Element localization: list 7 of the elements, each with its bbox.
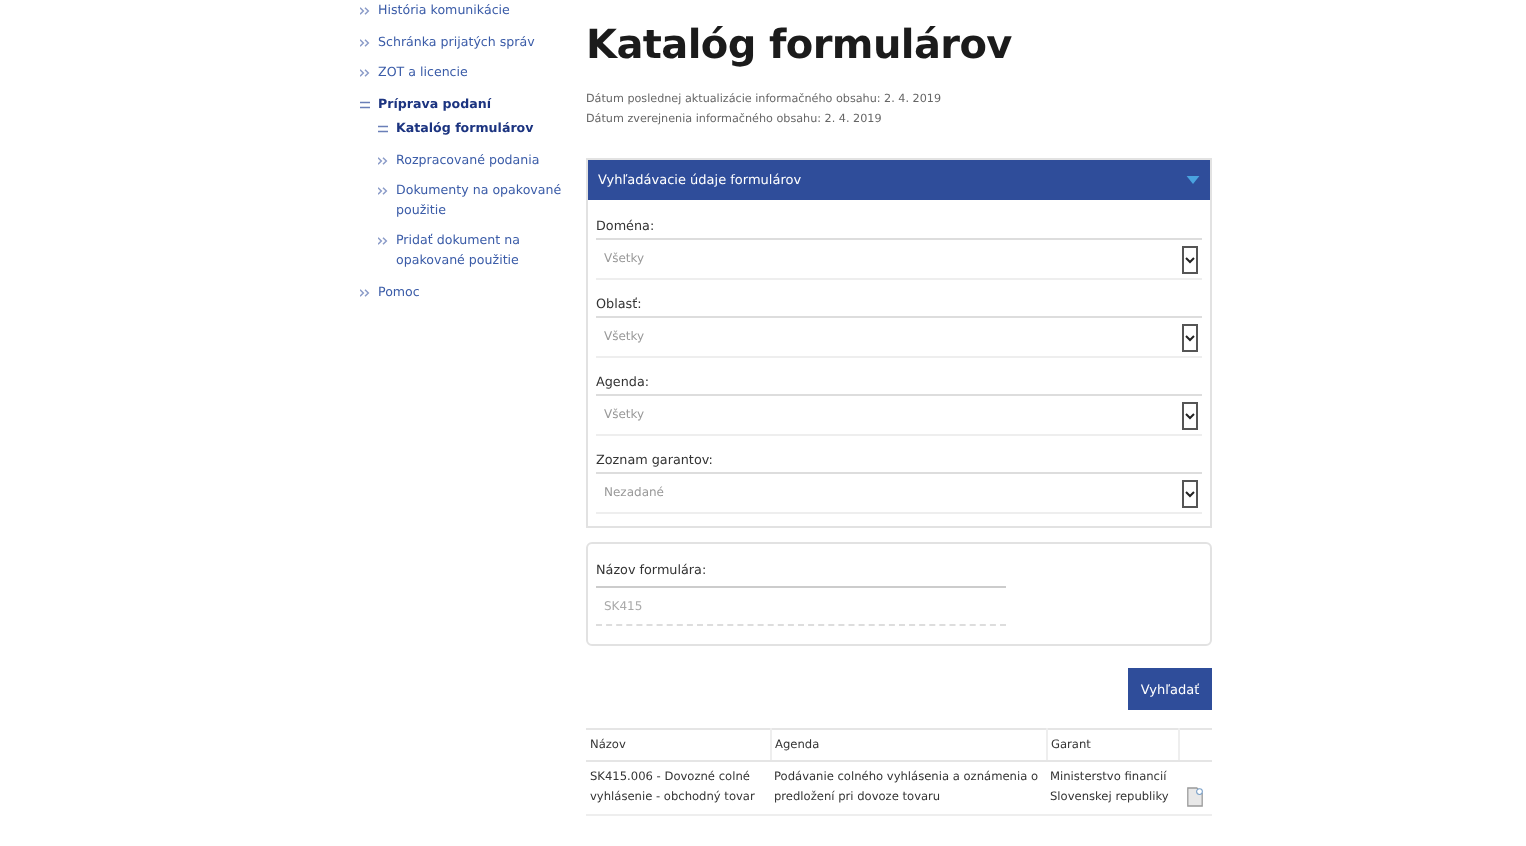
page-title: Katalóg formulárov	[586, 18, 1014, 70]
chevron-icon	[378, 155, 388, 165]
caret-icon	[1186, 176, 1200, 184]
chevron-icon	[378, 186, 388, 196]
bars-icon	[378, 124, 388, 134]
document-icon[interactable]	[1186, 786, 1205, 808]
chevron-icon	[378, 236, 388, 246]
